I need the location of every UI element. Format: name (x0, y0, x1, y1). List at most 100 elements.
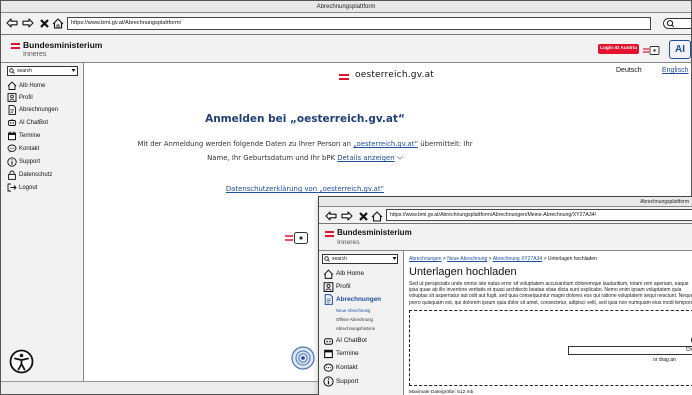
sidebar-item-abrechnungen[interactable]: Abrechnungen (323, 294, 381, 305)
sidebar-item-support[interactable]: Support (323, 376, 358, 387)
home-icon[interactable] (370, 209, 384, 223)
id-card-icon (642, 43, 660, 55)
login-id-austria-button[interactable]: Login ID Austria (598, 44, 639, 54)
inner-main-content: Abrechnungen > Neue Abrechnung > Abrechn… (405, 251, 692, 395)
sidebar-item-label: Abrechnungen (336, 296, 382, 303)
breadcrumb-separator: > (488, 256, 492, 262)
forward-arrow-icon[interactable] (340, 209, 354, 223)
sidebar-item-home[interactable]: Alb Home (7, 80, 45, 91)
details-anzeigen-link[interactable]: Details anzeigen (337, 154, 394, 162)
sidebar-item-label: AI ChatBot (19, 119, 49, 126)
profile-icon (323, 281, 334, 292)
window-title: Abrechnungsplattform (1, 1, 691, 13)
inner-ministry-header: Bundesministerium Inneres (319, 224, 692, 251)
sidebar-item-termine[interactable]: Termine (323, 348, 359, 359)
chat-icon (7, 144, 17, 153)
sidebar-item-label: Datenschutz (19, 171, 53, 178)
search-pill[interactable] (663, 18, 691, 29)
chat-icon (323, 363, 334, 372)
drag-drop-text: or drag an (653, 357, 676, 363)
sidebar-item-termine[interactable]: Termine (7, 130, 40, 141)
sidebar-item-ai-chatbot[interactable]: AI ChatBot (7, 117, 48, 128)
oesterreich-logo-icon (339, 74, 349, 80)
home-icon (323, 268, 334, 279)
language-englisch[interactable]: Englisch (662, 67, 688, 74)
file-drop-zone[interactable]: Choose or drag an (409, 310, 692, 386)
upload-page-title: Unterlagen hochladen (409, 266, 517, 278)
consent-text: übermittelt: Ihr (418, 140, 473, 148)
sidebar-item-label: AI ChatBot (336, 337, 367, 344)
sidebar-item-profil[interactable]: Profil (323, 281, 351, 292)
home-icon[interactable] (51, 16, 65, 30)
subnav-offene-abrechnung[interactable]: Offene Abrechnung (336, 317, 373, 322)
ministry-subtitle: Inneres (337, 239, 360, 246)
sidebar-item-label: Kontakt (19, 145, 40, 152)
chevron-down-icon (392, 257, 397, 260)
sidebar-item-label: Termine (19, 132, 41, 139)
ai-assistant-badge[interactable]: AI (669, 40, 691, 59)
consent-text: Mit der Anmeldung werden folgende Daten … (137, 140, 354, 148)
sidebar-item-label: Profil (336, 283, 351, 290)
inner-browser-window: Abrechnungsplattform https://www.bmi.gv.… (318, 196, 692, 395)
sidebar-item-label: Alb Home (336, 270, 365, 277)
sidebar-item-home[interactable]: Alb Home (323, 268, 364, 279)
back-arrow-icon[interactable] (5, 16, 19, 30)
brand-oesterreich: oesterreich.gv.at (355, 70, 435, 80)
url-bar[interactable]: https://www.bmi.gv.at/Abrechnungsplattfo… (67, 17, 651, 30)
choose-file-button[interactable]: Choose (568, 346, 692, 355)
sidebar: search Alb Home Profil Abrechnungen AI C… (1, 63, 84, 381)
sidebar-item-label: Logout (19, 184, 38, 191)
ministry-name: Bundesministerium (23, 40, 103, 50)
breadcrumb-item[interactable]: Abrechnungen (409, 256, 442, 262)
oesterreich-link[interactable]: „oesterreich.gv.at“ (353, 140, 418, 148)
sidebar-item-label: Alb Home (19, 82, 46, 89)
breadcrumb-current: Unterlagen hochladen (547, 256, 597, 262)
search-icon (666, 20, 675, 28)
browser-navbar: https://www.bmi.gv.at/Abrechnungsplattfo… (1, 13, 691, 35)
info-icon (7, 156, 17, 167)
fingerprint-icon[interactable] (291, 346, 315, 370)
sidebar-item-datenschutz[interactable]: Datenschutz (7, 169, 52, 180)
inner-search-input[interactable]: search (322, 254, 398, 264)
sidebar-item-profil[interactable]: Profil (7, 92, 33, 103)
sidebar-item-label: Termine (336, 350, 359, 357)
breadcrumb-separator: > (442, 256, 446, 262)
accessibility-icon[interactable] (9, 349, 34, 374)
sidebar-item-kontakt[interactable]: Kontakt (7, 143, 39, 154)
subnav-neue-abrechnung[interactable]: Neue Abrechnung (336, 308, 370, 313)
close-x-icon[interactable] (37, 16, 51, 30)
breadcrumb-item[interactable]: Abrechnung XY27A34 (493, 256, 542, 262)
lock-icon (8, 170, 16, 180)
search-icon (324, 256, 330, 262)
inner-url-bar[interactable]: https://www.bmi.gv.at/Abrechnungsplattfo… (386, 209, 692, 221)
austria-flag-icon (11, 43, 20, 49)
sidebar-item-label: Kontakt (336, 364, 358, 371)
breadcrumb: Abrechnungen > Neue Abrechnung > Abrechn… (409, 256, 597, 262)
privacy-link[interactable]: Datenschutzerklärung von „oesterreich.gv… (85, 185, 525, 193)
subnav-abrechnungshistorie[interactable]: Abrechnungshistorie (336, 326, 375, 331)
calendar-icon (8, 131, 16, 140)
close-x-icon[interactable] (356, 209, 370, 223)
breadcrumb-item[interactable]: Neue Abrechnung (447, 256, 487, 262)
inner-sidebar: search Alb Home Profil Abrechnungen Neue… (319, 251, 404, 395)
inner-window-title: Abrechnungsplattform (319, 197, 692, 207)
sidebar-item-label: Abrechnungen (19, 106, 59, 113)
sidebar-search-input[interactable]: search (7, 66, 78, 76)
breadcrumb-separator: > (543, 256, 547, 262)
sidebar-item-abrechnungen[interactable]: Abrechnungen (7, 104, 58, 115)
sidebar-item-logout[interactable]: Logout (7, 182, 37, 193)
language-deutsch[interactable]: Deutsch (616, 67, 642, 74)
info-icon (323, 376, 334, 387)
forward-arrow-icon[interactable] (21, 16, 35, 30)
robot-icon (324, 337, 333, 345)
calendar-icon (324, 349, 333, 359)
sidebar-item-support[interactable]: Support (7, 156, 40, 167)
page-title: Anmelden bei „oesterreich.gv.at“ (205, 113, 405, 125)
home-icon (7, 81, 17, 90)
document-icon (324, 294, 333, 305)
id-austria-login-icon (284, 231, 312, 245)
sidebar-item-ai-chatbot[interactable]: AI ChatBot (323, 335, 367, 346)
back-arrow-icon[interactable] (324, 209, 338, 223)
sidebar-item-kontakt[interactable]: Kontakt (323, 362, 358, 373)
consent-text-line1: Mit der Anmeldung werden folgende Daten … (85, 140, 525, 148)
